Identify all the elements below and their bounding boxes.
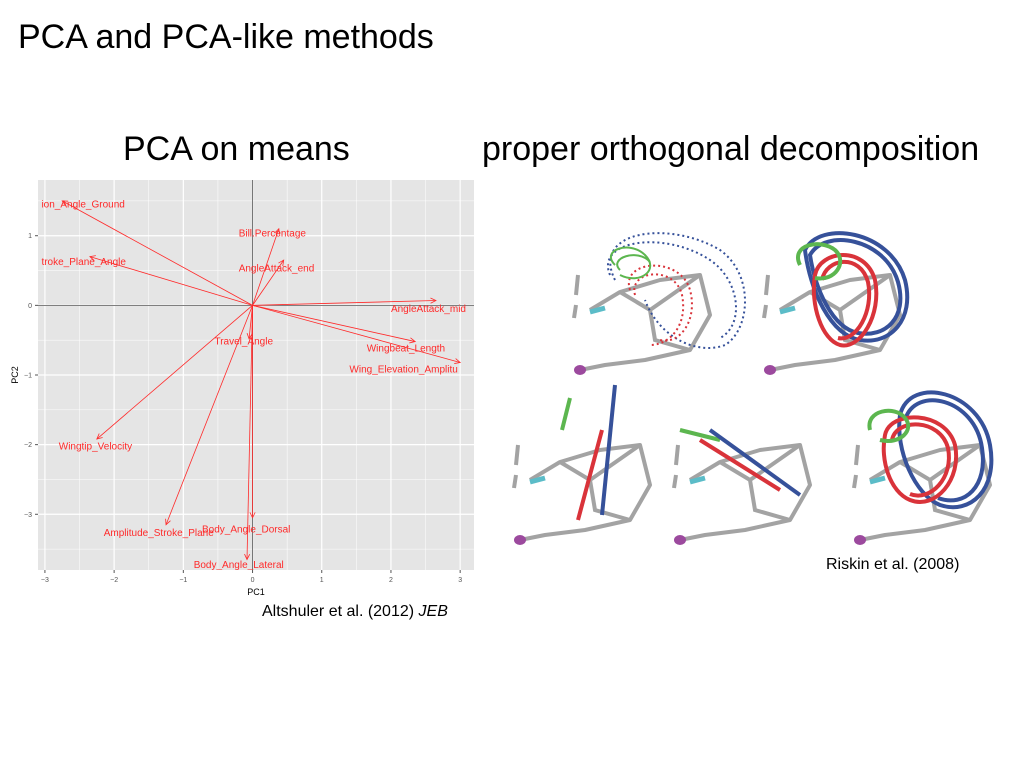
- loading-label: Wing_Elevation_Amplitu: [349, 364, 457, 375]
- x-tick-label: 1: [320, 577, 324, 584]
- y-axis-label: PC2: [10, 366, 20, 384]
- pod-figure-mode1: [514, 384, 650, 545]
- loading-label: Wingtip_Velocity: [59, 442, 132, 453]
- pca-biplot: −3 −2 −1 0 1 2 3 −3 −2 −1 0 1 PC1 PC2 ion_Angle_Ground…: [10, 180, 474, 595]
- y-tick-label: −2: [24, 442, 32, 449]
- loading-label: Body_Angle_Dorsal: [202, 525, 290, 536]
- x-axis-label: PC1: [247, 587, 265, 595]
- x-tick-label: −2: [110, 577, 118, 584]
- x-tick-label: 2: [389, 577, 393, 584]
- loading-label: troke_Plane_Angle: [41, 257, 126, 268]
- loading-label: ion_Angle_Ground: [41, 199, 124, 210]
- x-tick-label: −1: [179, 577, 187, 584]
- right-citation: Riskin et al. (2008): [826, 556, 960, 573]
- pod-figure-loops: [764, 231, 910, 375]
- pod-figure-trajectories: [574, 232, 746, 375]
- left-citation-journal: JEB: [418, 603, 448, 620]
- loading-label: Body_Angle_Lateral: [194, 560, 284, 571]
- pod-figures: [490, 231, 994, 550]
- pod-figure-mode3: [854, 390, 994, 545]
- y-tick-label: 1: [28, 233, 32, 240]
- x-tick-label: −3: [41, 577, 49, 584]
- pod-figure-mode2: [674, 428, 810, 545]
- left-citation-authors: Altshuler et al. (2012): [262, 603, 415, 620]
- loading-label: AngleAttack_end: [239, 263, 315, 274]
- y-tick-label: 0: [28, 303, 32, 310]
- left-citation: Altshuler et al. (2012) JEB: [262, 603, 448, 621]
- y-tick-label: −3: [24, 512, 32, 519]
- x-tick-label: 3: [458, 577, 462, 584]
- y-tick-label: −1: [24, 373, 32, 380]
- left-heading: PCA on means: [123, 130, 350, 168]
- loading-label: Amplitude_Stroke_Plane: [104, 528, 215, 539]
- loading-label: Bill.Percentage: [239, 229, 307, 240]
- x-tick-label: 0: [251, 577, 255, 584]
- loading-label: Travel_Angle: [214, 337, 273, 348]
- right-heading: proper orthogonal decomposition: [482, 130, 980, 168]
- loading-label: Wingbeat_Length: [367, 344, 445, 355]
- loading-label: AngleAttack_mid: [391, 304, 466, 315]
- slide-title: PCA and PCA-like methods: [18, 18, 434, 56]
